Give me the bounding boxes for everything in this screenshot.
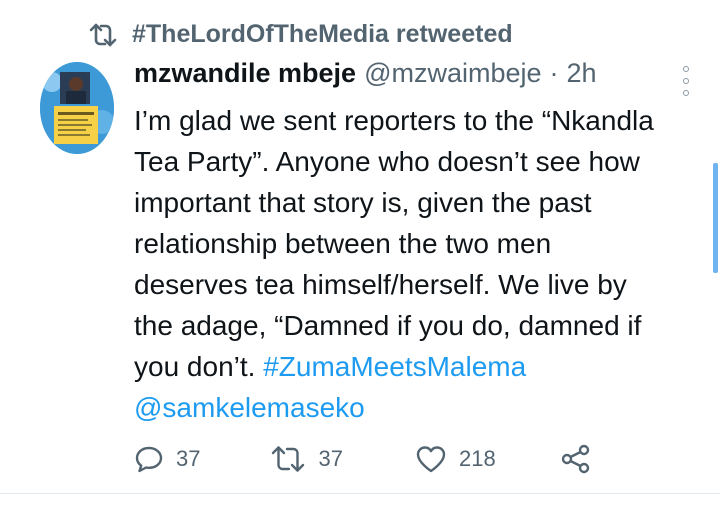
tweet-header: mzwandile mbeje @mzwaimbeje · 2h bbox=[134, 58, 597, 89]
more-dot bbox=[683, 90, 689, 96]
tweet-text: I’m glad we sent reporters to the “Nkand… bbox=[134, 100, 704, 428]
tweet-line: deserves tea himself/herself. We live by bbox=[134, 269, 627, 300]
hashtag-link[interactable]: #ZumaMeetsMalema bbox=[263, 351, 526, 382]
reply-button[interactable]: 37 bbox=[134, 444, 200, 474]
tweet-line: Tea Party”. Anyone who doesn’t see how bbox=[134, 146, 640, 177]
retweet-context[interactable]: #TheLordOfTheMedia retweeted bbox=[88, 20, 513, 49]
more-dot bbox=[683, 78, 689, 84]
author-name[interactable]: mzwandile mbeje bbox=[134, 58, 356, 89]
heart-icon bbox=[416, 446, 446, 473]
tweet-line-mention: @samkelemaseko bbox=[134, 387, 704, 428]
retweet-context-label: #TheLordOfTheMedia retweeted bbox=[132, 20, 513, 48]
tweet-time[interactable]: 2h bbox=[567, 58, 597, 89]
like-button[interactable]: 218 bbox=[415, 444, 496, 474]
tweet-line: I’m glad we sent reporters to the “Nkand… bbox=[134, 105, 654, 136]
avatar[interactable] bbox=[40, 62, 114, 154]
more-options-icon[interactable] bbox=[681, 66, 691, 96]
reply-count: 37 bbox=[176, 446, 201, 471]
tweet-line: the adage, “Damned if you do, damned if bbox=[134, 310, 642, 341]
reply-icon bbox=[135, 446, 163, 473]
scrollbar[interactable] bbox=[713, 163, 718, 273]
retweet-count: 37 bbox=[318, 446, 343, 471]
tweet-line: you don’t. bbox=[134, 351, 264, 382]
separator: · bbox=[549, 58, 559, 88]
retweet-action-icon bbox=[272, 446, 305, 472]
retweet-icon bbox=[89, 23, 117, 46]
more-dot bbox=[683, 66, 689, 72]
retweet-button[interactable]: 37 bbox=[270, 444, 343, 474]
divider bbox=[0, 493, 720, 494]
tweet-line-last: you don’t. #ZumaMeetsMalema bbox=[134, 346, 704, 387]
like-count: 218 bbox=[458, 446, 496, 471]
tweet-actions: 37 37 218 bbox=[134, 444, 592, 474]
mention-link[interactable]: @samkelemaseko bbox=[134, 392, 365, 423]
author-handle[interactable]: @mzwaimbeje bbox=[364, 58, 541, 89]
tweet-line: relationship between the two men bbox=[134, 228, 552, 259]
share-button[interactable] bbox=[560, 444, 592, 474]
avatar-image bbox=[40, 62, 114, 154]
share-icon bbox=[561, 444, 589, 474]
tweet-line: important that story is, given the past bbox=[134, 187, 592, 218]
